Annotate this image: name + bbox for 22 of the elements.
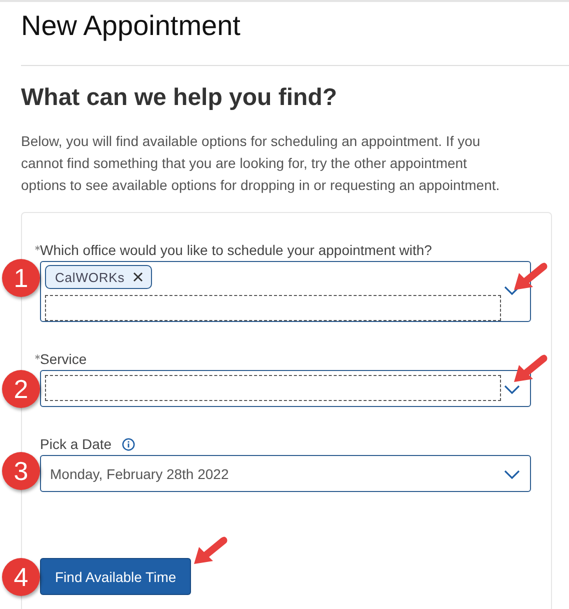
search-input[interactable] xyxy=(45,295,501,321)
find-available-time-button[interactable]: Find Available Time xyxy=(40,558,192,595)
field-label: Service xyxy=(40,350,87,368)
step-number-badge: 4 xyxy=(2,558,40,596)
info-icon[interactable] xyxy=(122,438,135,450)
intro-text: Below, you will find available options for scheduling an appointment. If you cannot find something that you are looking for, try the other appointment options to see available options for dropping in or requesting an appointment. xyxy=(21,132,501,195)
page-title: New Appointment xyxy=(21,9,242,43)
step-number-badge: 2 xyxy=(2,370,40,408)
service-select[interactable] xyxy=(40,370,531,407)
chevron-down-icon[interactable] xyxy=(504,384,520,394)
tag-text: CalWORKs xyxy=(55,270,125,284)
date-select[interactable]: Monday, February 28th 2022 xyxy=(40,455,531,492)
office-select[interactable]: CalWORKs xyxy=(40,261,531,322)
remove-icon[interactable] xyxy=(132,272,143,282)
chevron-down-icon[interactable] xyxy=(504,286,520,295)
field-label: Pick a Date xyxy=(40,435,112,453)
step-number-badge: 3 xyxy=(2,452,40,490)
step-number-badge: 1 xyxy=(2,259,40,297)
section-heading: What can we help you find? xyxy=(21,83,338,113)
chevron-down-icon[interactable] xyxy=(504,470,520,478)
search-input[interactable] xyxy=(45,375,501,401)
field-label: Which office would you like to schedule your appointment with? xyxy=(40,241,432,259)
